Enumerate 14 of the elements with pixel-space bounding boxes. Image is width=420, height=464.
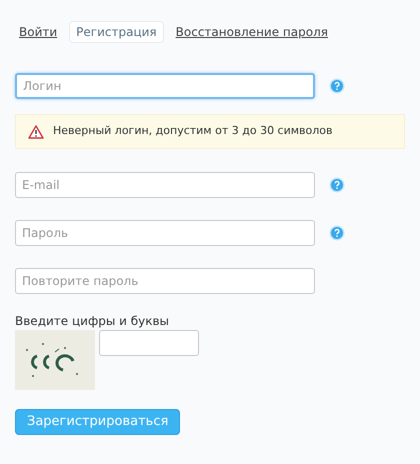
tab[interactable]: Войти <box>15 21 62 43</box>
input-field[interactable]: Пароль <box>15 220 315 246</box>
help-icon[interactable] <box>329 78 345 94</box>
warning-icon <box>28 124 44 138</box>
tab[interactable]: Восстановление пароля <box>172 21 332 43</box>
help-icon[interactable] <box>329 177 345 193</box>
help-icon[interactable] <box>329 225 345 241</box>
error-text: Неверный логин, допустим от 3 до 30 символов <box>53 123 333 140</box>
input-field[interactable]: Повторите пароль <box>15 268 315 294</box>
input-field[interactable]: E-mail <box>15 172 315 198</box>
tab[interactable]: Регистрация <box>69 21 164 43</box>
input-field[interactable]: Логин <box>15 73 315 99</box>
captcha-label: Введите цифры и буквы <box>15 314 170 328</box>
captcha-input-field[interactable] <box>99 330 199 356</box>
